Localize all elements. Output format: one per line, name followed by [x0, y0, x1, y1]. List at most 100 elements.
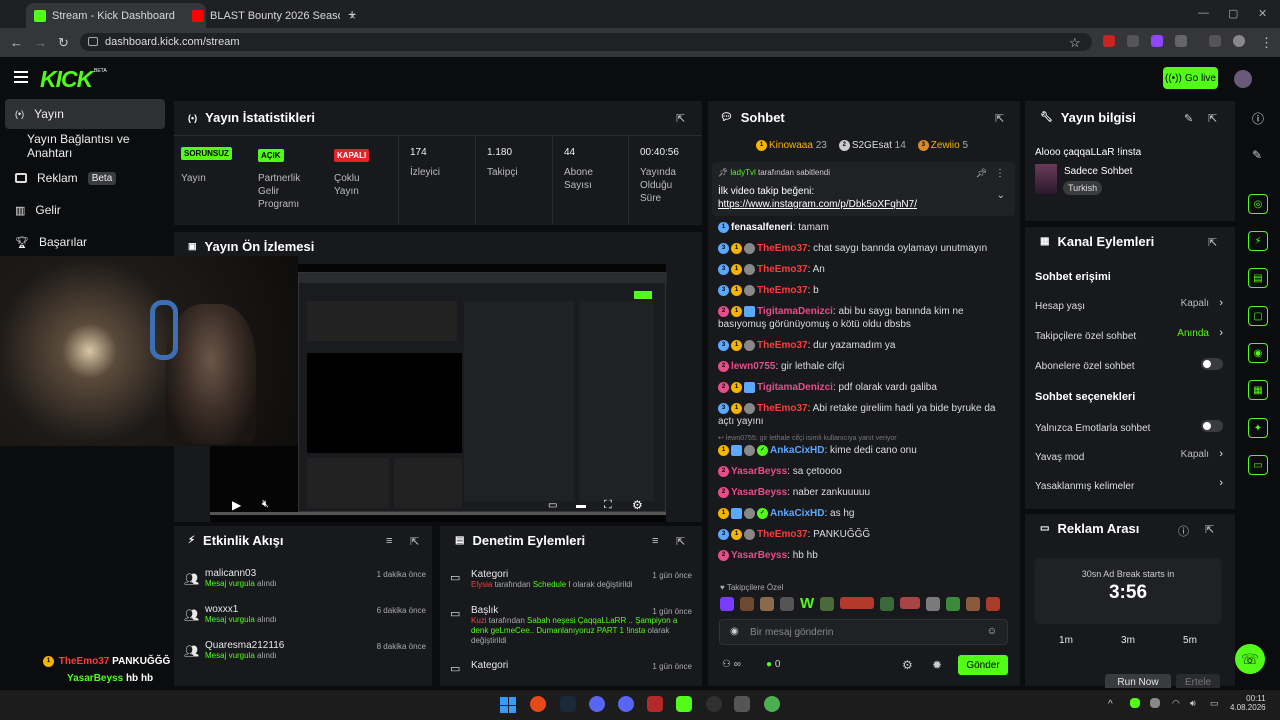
site-info-icon[interactable] [88, 37, 98, 46]
popout-icon[interactable]: ⇱ [676, 112, 685, 125]
broadcast-icon[interactable]: ◉ [1248, 343, 1268, 363]
subscriber-chat-toggle[interactable] [1201, 358, 1223, 370]
chat-bubble-icon[interactable]: ▢ [1248, 306, 1268, 326]
viewers-link-icon[interactable]: ⚇ ∞ [722, 659, 741, 670]
sidebar-item-gelir[interactable]: ▥ Gelir [5, 195, 165, 225]
chrome-icon[interactable] [764, 696, 780, 712]
chat-username[interactable]: TheEmo37 [757, 340, 808, 351]
chat-username[interactable]: TheEmo37 [757, 403, 808, 414]
url-bar[interactable]: dashboard.kick.com/stream [80, 33, 1092, 51]
emote-icon[interactable] [900, 597, 921, 609]
chat-username[interactable]: AnkaCixHD [770, 508, 824, 519]
popout-icon[interactable]: ⇱ [1208, 112, 1217, 125]
extensions-puzzle-icon[interactable] [1175, 35, 1187, 47]
emote-icon[interactable] [720, 597, 734, 611]
close-window-icon[interactable]: ✕ [1258, 7, 1267, 20]
info-icon[interactable]: ⓘ [1178, 523, 1189, 539]
emote-icon[interactable] [986, 597, 1001, 611]
setting-row-banned-words[interactable]: Yasaklanmış kelimeler › [1035, 477, 1225, 492]
fullscreen-icon[interactable]: ⛶ [604, 499, 612, 512]
pinned-link[interactable]: https://www.instagram.com/p/Dbk5oXFqhN7/ [718, 199, 917, 210]
chevron-down-icon[interactable]: ⌄ [997, 190, 1005, 201]
bookmark-star-icon[interactable]: ☆ [1069, 35, 1081, 51]
mod-tools-icon[interactable]: ✹ [932, 658, 942, 672]
setting-row-follower-chat[interactable]: Takipçilere özel sohbet Anında › [1035, 327, 1225, 342]
chat-username[interactable]: TheEmo37 [757, 529, 808, 540]
chrome-icon[interactable] [530, 696, 546, 712]
popout-icon[interactable]: ⇱ [410, 535, 419, 548]
go-live-button[interactable]: ((•)) Go live [1163, 67, 1218, 89]
chat-settings-icon[interactable]: ⚙ [902, 658, 913, 672]
emote-icon[interactable] [780, 597, 794, 611]
setting-row-slow-mode[interactable]: Yavaş mod Kapalı › [1035, 448, 1225, 463]
emote-icon[interactable] [740, 597, 754, 611]
chat-username[interactable]: TheEmo37 [757, 264, 808, 275]
profile-avatar-icon[interactable] [1233, 35, 1245, 47]
ad-icon[interactable]: ▭ [1248, 455, 1268, 475]
battery-icon[interactable]: ▭ [1210, 698, 1219, 709]
popout-icon[interactable]: ⇱ [995, 112, 1004, 125]
browser-tab-active[interactable]: Stream - Kick Dashboard × [26, 3, 206, 28]
chat-username[interactable]: TheEmo37 [757, 285, 808, 296]
reading-list-icon[interactable] [1209, 35, 1221, 47]
lightning-icon[interactable]: ⚡︎ [1248, 231, 1268, 251]
mute-icon[interactable]: 🔇︎ [262, 498, 269, 511]
help-button[interactable]: ☏ [1235, 644, 1265, 674]
tray-chevron-icon[interactable]: ^ [1108, 699, 1113, 710]
emote-icon[interactable] [760, 597, 774, 611]
ad-length-5m[interactable]: 5m [1175, 632, 1205, 649]
filter-icon[interactable]: ≡ [652, 535, 658, 547]
send-button[interactable]: Gönder [958, 655, 1008, 675]
info-icon[interactable]: ⓘ [1252, 110, 1264, 127]
target-icon[interactable]: ◎ [1248, 194, 1268, 214]
chat-username[interactable]: TheEmo37 [757, 243, 808, 254]
ad-length-3m[interactable]: 3m [1113, 632, 1143, 649]
emote-icon[interactable] [880, 597, 895, 611]
sidebar-item-stream-key[interactable]: Yayın Bağlantısı ve Anahtarı [17, 131, 175, 161]
chat-input[interactable]: ◉ Bir mesaj gönderin ☺ [719, 619, 1008, 645]
edit-icon[interactable]: ✎ [1184, 112, 1193, 125]
extension-icon[interactable] [1103, 35, 1115, 47]
menu-dots-icon[interactable]: ⋮ [1260, 35, 1273, 51]
extension-icon[interactable] [1127, 35, 1139, 47]
wrench-icon[interactable]: ✦ [1248, 418, 1268, 438]
wifi-icon[interactable]: ◠ [1172, 698, 1180, 709]
shield-icon[interactable]: ▦ [1248, 380, 1268, 400]
chat-username[interactable]: TigitamaDenizci [757, 382, 833, 393]
sidebar-item-yayin[interactable]: (•) Yayın [5, 99, 165, 129]
settings-icon[interactable] [734, 696, 750, 712]
settings-icon[interactable]: ⚙ [632, 498, 643, 512]
pip-icon[interactable]: ▭ [548, 500, 557, 511]
emote-only-toggle[interactable] [1201, 420, 1223, 432]
ad-length-1m[interactable]: 1m [1051, 632, 1081, 649]
game-icon[interactable] [647, 696, 663, 712]
run-now-button[interactable]: Run Now [1105, 674, 1171, 688]
emote-icon[interactable]: W [800, 596, 814, 613]
tray-icon[interactable] [1130, 698, 1140, 708]
emote-icon[interactable] [840, 597, 875, 609]
browser-tab[interactable]: BLAST Bounty 2026 Season 2 - × [184, 3, 364, 28]
more-icon[interactable]: ⋮ [995, 168, 1005, 179]
emote-icon[interactable] [820, 597, 835, 611]
theater-icon[interactable]: ▬ [576, 500, 586, 511]
new-tab-icon[interactable]: + [348, 6, 356, 22]
sidebar-item-basarilar[interactable]: 🏆︎ Başarılar [5, 227, 165, 257]
discord-icon[interactable] [618, 696, 634, 712]
maximize-icon[interactable]: ▢ [1228, 7, 1238, 20]
filter-icon[interactable]: ≡ [386, 535, 392, 547]
xbox-icon[interactable] [676, 696, 692, 712]
setting-row-account-age[interactable]: Hesap yaşı Kapalı › [1035, 297, 1225, 312]
forward-icon[interactable]: → [34, 35, 47, 50]
volume-icon[interactable]: 🔊︎ [1190, 698, 1196, 709]
popout-icon[interactable]: ⇱ [676, 535, 685, 548]
sidebar-item-reklam[interactable]: Reklam Beta [5, 163, 165, 193]
chat-username[interactable]: YasarBeyss [731, 466, 787, 477]
emote-icon[interactable] [946, 597, 961, 611]
document-icon[interactable]: ▤ [1248, 268, 1268, 288]
extension-icon[interactable] [1151, 35, 1163, 47]
stream-preview-video[interactable]: ▶ 🔇︎ ▭ ▬ ⛶ ⚙ [0, 256, 667, 522]
back-icon[interactable]: ← [10, 35, 23, 50]
chat-username[interactable]: YasarBeyss [731, 487, 787, 498]
tray-icon[interactable] [1150, 698, 1160, 708]
unpin-icon[interactable]: 📌︎ [976, 168, 987, 179]
